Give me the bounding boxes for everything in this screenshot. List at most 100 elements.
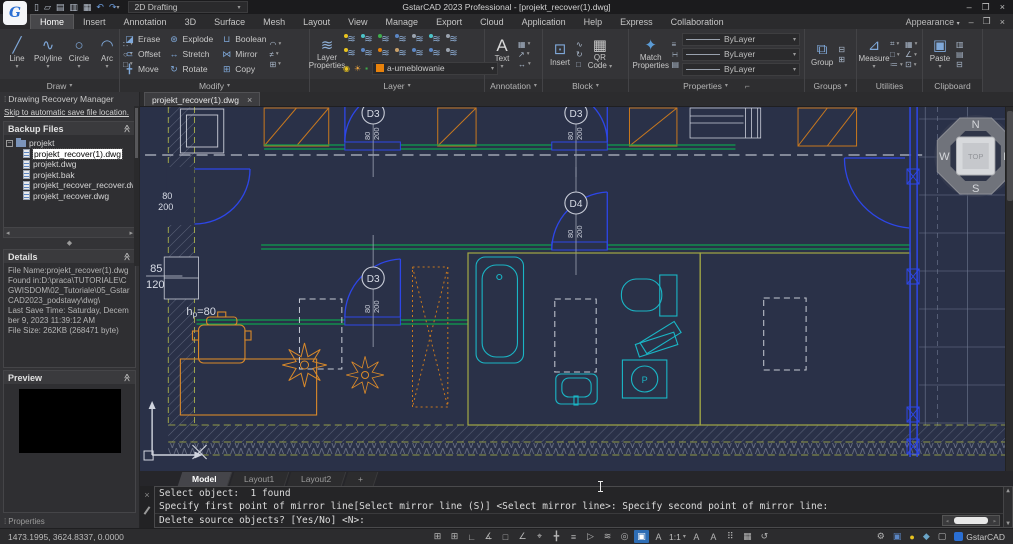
property-dropdown[interactable]: ByLayer ▾: [682, 63, 800, 76]
modify-tool-button[interactable]: ⊔ Boolean: [221, 32, 266, 47]
status-toggle-icon[interactable]: ⊞: [430, 530, 445, 543]
modify-tool-button[interactable]: ⊂ Offset: [124, 47, 161, 62]
clipboard-mini-button[interactable]: ⊟: [956, 60, 964, 69]
workspace-switcher[interactable]: 2D Drafting ▾: [128, 1, 248, 13]
tree-file-row[interactable]: projekt.dwg: [6, 159, 133, 170]
properties-mini-button[interactable]: ≡: [671, 40, 679, 49]
layout-tab[interactable]: +: [344, 472, 379, 486]
status-utility-icon[interactable]: ●: [909, 532, 914, 542]
status-toggle-icon[interactable]: ⠿: [723, 530, 738, 543]
status-toggle-icon[interactable]: ∠: [515, 530, 530, 543]
modify-tool-button[interactable]: ⋈ Mirror: [221, 47, 266, 62]
status-toggle-icon[interactable]: ▣: [634, 530, 649, 543]
file-tab[interactable]: projekt_recover(1).dwg ×: [144, 92, 260, 106]
drawing-canvas[interactable]: D3 D3 D4 D3 80 200 80 200 80 200 80: [140, 107, 1013, 471]
utilities-mini-button[interactable]: ▦▾: [905, 39, 919, 49]
ribbon-minimize-button[interactable]: –: [969, 17, 974, 27]
layer-state-icon[interactable]: ≋: [394, 33, 411, 47]
clipboard-mini-button[interactable]: ▤: [956, 50, 964, 59]
status-toggle-icon[interactable]: ≡: [566, 530, 581, 543]
qat-icon[interactable]: ↶: [96, 2, 104, 13]
block-mini-button[interactable]: ↻: [576, 50, 583, 59]
qr-code-button[interactable]: ▦ QRCode ▾: [586, 37, 614, 72]
ribbon-tab[interactable]: 3D: [176, 14, 206, 29]
ribbon-tab[interactable]: Manage: [377, 14, 428, 29]
groups-mini-button[interactable]: ⊟: [838, 45, 845, 54]
ribbon-close-button[interactable]: ×: [1000, 17, 1005, 27]
layer-state-icon[interactable]: ≋: [411, 47, 428, 61]
layer-on-icon[interactable]: ◉: [343, 64, 350, 73]
qat-icon[interactable]: ▦: [83, 2, 92, 13]
layer-state-icon[interactable]: ≋: [445, 47, 462, 61]
status-toggle-icon[interactable]: ⊞: [447, 530, 462, 543]
draw-tool-button[interactable]: ○ Circle ▾: [66, 37, 92, 71]
layer-state-icon[interactable]: ≋: [377, 33, 394, 47]
tree-file-row[interactable]: projekt.bak: [6, 170, 133, 181]
scroll-thumb[interactable]: [954, 517, 988, 524]
layer-freeze-icon[interactable]: ☀: [354, 64, 361, 73]
status-toggle-icon[interactable]: A: [651, 530, 666, 543]
insert-block-button[interactable]: ⊡ Insert: [547, 41, 573, 68]
annotation-mini-button[interactable]: ▦▾: [518, 40, 531, 49]
qat-icon[interactable]: ↷: [109, 2, 117, 13]
ribbon-tab[interactable]: Cloud: [471, 14, 513, 29]
qat-icon[interactable]: ▥: [69, 2, 78, 13]
panel-label-clipboard[interactable]: Clipboard: [923, 79, 982, 92]
status-toggle-icon[interactable]: ╋: [549, 530, 564, 543]
autosave-location-link[interactable]: Skip to automatic save file location.: [0, 106, 139, 119]
modify-tool-button[interactable]: ⊞ Copy: [221, 62, 266, 77]
command-horizontal-scrollbar[interactable]: ◂ ▸: [942, 515, 1000, 526]
panel-label-block[interactable]: Block▾: [543, 79, 628, 92]
undo-caret[interactable]: ▾: [117, 4, 120, 11]
close-tab-icon[interactable]: ×: [247, 95, 252, 105]
ribbon-tab[interactable]: Express: [611, 14, 662, 29]
collapse-icon[interactable]: ≪: [122, 373, 131, 381]
status-utility-icon[interactable]: ▢: [938, 531, 947, 542]
panel-label-draw[interactable]: Draw▾: [0, 79, 119, 92]
modify-tool-button[interactable]: ↔ Stretch: [169, 47, 214, 62]
scroll-left-icon[interactable]: ◂: [945, 517, 949, 525]
annotation-mini-button[interactable]: ↔▾: [518, 60, 531, 69]
ribbon-tab[interactable]: View: [339, 14, 376, 29]
qat-icon[interactable]: ▱: [44, 2, 51, 13]
canvas-vertical-scrollbar[interactable]: [1005, 107, 1013, 471]
ribbon-tab[interactable]: Export: [427, 14, 471, 29]
scroll-right-icon[interactable]: ▸: [993, 517, 997, 525]
panel-label-properties[interactable]: Properties▾⌐: [629, 79, 804, 92]
block-mini-button[interactable]: □: [576, 60, 583, 69]
layer-select[interactable]: a-umeblowanie ▾: [372, 62, 498, 75]
status-utility-icon[interactable]: ▣: [893, 531, 902, 542]
backup-horizontal-scrollbar[interactable]: ◂ ▸: [4, 227, 135, 237]
draw-tool-button[interactable]: ◠ Arc ▾: [94, 37, 120, 71]
status-toggle-icon[interactable]: ∟: [464, 530, 479, 543]
status-toggle-icon[interactable]: □: [498, 530, 513, 543]
scroll-up-icon[interactable]: ▲: [1006, 487, 1010, 494]
utilities-mini-button[interactable]: □▾: [890, 50, 904, 59]
modify-tool-button[interactable]: ⊛ Explode: [169, 32, 214, 47]
draw-tool-button[interactable]: ∿ Polyline ▾: [32, 37, 64, 71]
ribbon-tab[interactable]: Mesh: [254, 14, 294, 29]
property-dropdown[interactable]: ByLayer ▾: [682, 48, 800, 61]
status-toggle-icon[interactable]: ↺: [757, 530, 772, 543]
status-utility-icon[interactable]: ⚙: [877, 531, 885, 542]
layer-state-icon[interactable]: ≋: [360, 47, 377, 61]
panel-splitter[interactable]: ◆: [0, 238, 139, 247]
ribbon-tab[interactable]: Collaboration: [662, 14, 733, 29]
status-toggle-icon[interactable]: ▷: [583, 530, 598, 543]
modify-mini-button[interactable]: ◠▾: [269, 40, 281, 49]
ribbon-restore-button[interactable]: ❐: [983, 16, 991, 27]
tree-collapse-icon[interactable]: –: [6, 140, 13, 147]
status-toggle-icon[interactable]: A: [689, 530, 704, 543]
status-utility-icon[interactable]: ◆: [923, 531, 930, 542]
utilities-mini-button[interactable]: ⊡▾: [905, 60, 919, 69]
command-window[interactable]: Select object: 1 foundSpecify first poin…: [154, 486, 1013, 528]
dialog-launcher-icon[interactable]: ⌐: [745, 81, 750, 91]
utilities-mini-button[interactable]: ∠▾: [905, 50, 919, 59]
scroll-thumb[interactable]: [1007, 111, 1013, 201]
app-logo[interactable]: G: [3, 1, 27, 25]
qat-icon[interactable]: ▯: [34, 2, 39, 13]
layer-state-icon[interactable]: ≋: [343, 47, 360, 61]
tree-folder-row[interactable]: – projekt: [6, 138, 133, 149]
annotation-mini-button[interactable]: ↗▾: [518, 50, 531, 59]
brand-badge[interactable]: GstarCAD: [954, 532, 1005, 542]
